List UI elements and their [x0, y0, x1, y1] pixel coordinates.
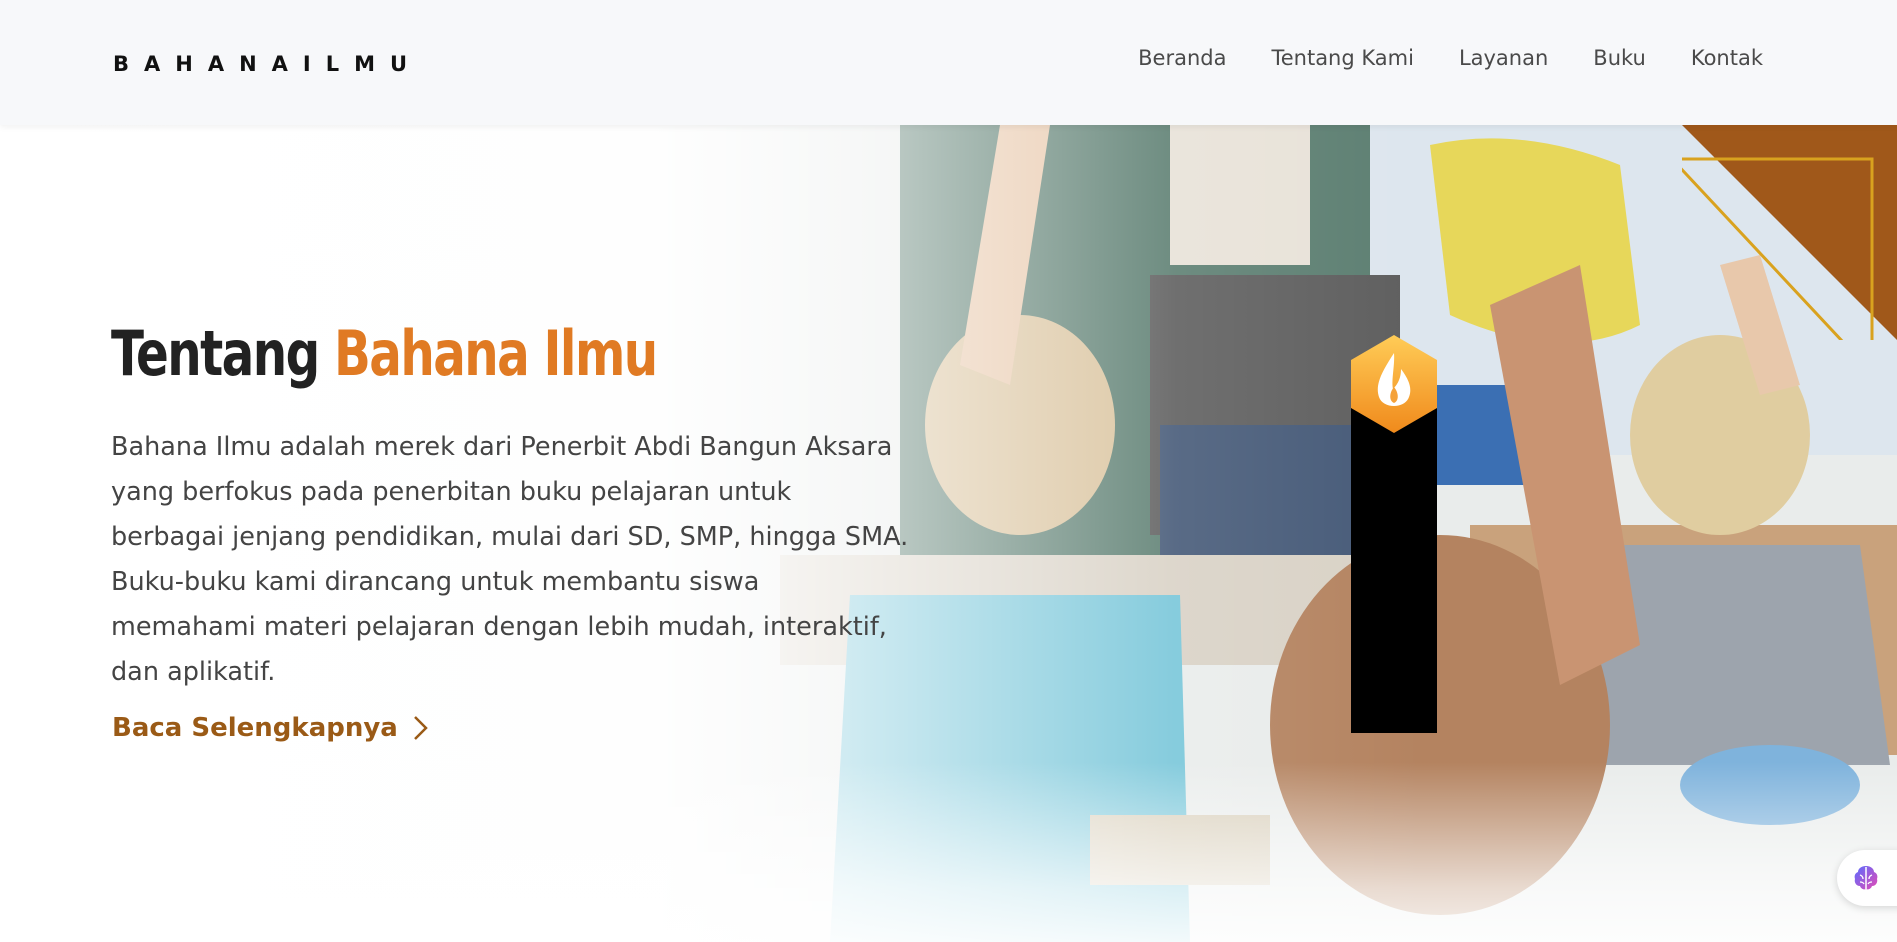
site-header: BAHANAILMU Beranda Tentang Kami Layanan … — [0, 0, 1897, 125]
chevron-right-icon — [413, 716, 428, 740]
flame-widget[interactable] — [1351, 335, 1437, 733]
nav-buku[interactable]: Buku — [1593, 46, 1646, 70]
title-accent: Bahana Ilmu — [333, 317, 658, 390]
brain-icon — [1854, 866, 1878, 890]
hero-description: Bahana Ilmu adalah merek dari Penerbit A… — [111, 432, 909, 687]
hero-section: Tentang Bahana Ilmu Bahana Ilmu adalah m… — [0, 125, 1897, 942]
nav-tentang-kami[interactable]: Tentang Kami — [1271, 46, 1413, 70]
page-title: Tentang Bahana Ilmu — [111, 317, 658, 390]
nav-layanan[interactable]: Layanan — [1459, 46, 1548, 70]
flame-widget-bar — [1351, 387, 1437, 733]
corner-decoration — [1682, 125, 1897, 340]
hero-bottom-fade — [0, 762, 1897, 942]
read-more-link[interactable]: Baca Selengkapnya — [112, 713, 432, 743]
brand-logo[interactable]: BAHANAILMU — [113, 52, 422, 76]
assistant-button[interactable] — [1837, 850, 1897, 906]
nav-kontak[interactable]: Kontak — [1691, 46, 1763, 70]
title-prefix: Tentang — [111, 317, 320, 390]
main-nav: Beranda Tentang Kami Layanan Buku Kontak — [1138, 46, 1763, 70]
flame-icon — [1351, 335, 1437, 433]
read-more-label: Baca Selengkapnya — [112, 713, 398, 743]
nav-beranda[interactable]: Beranda — [1138, 46, 1226, 70]
